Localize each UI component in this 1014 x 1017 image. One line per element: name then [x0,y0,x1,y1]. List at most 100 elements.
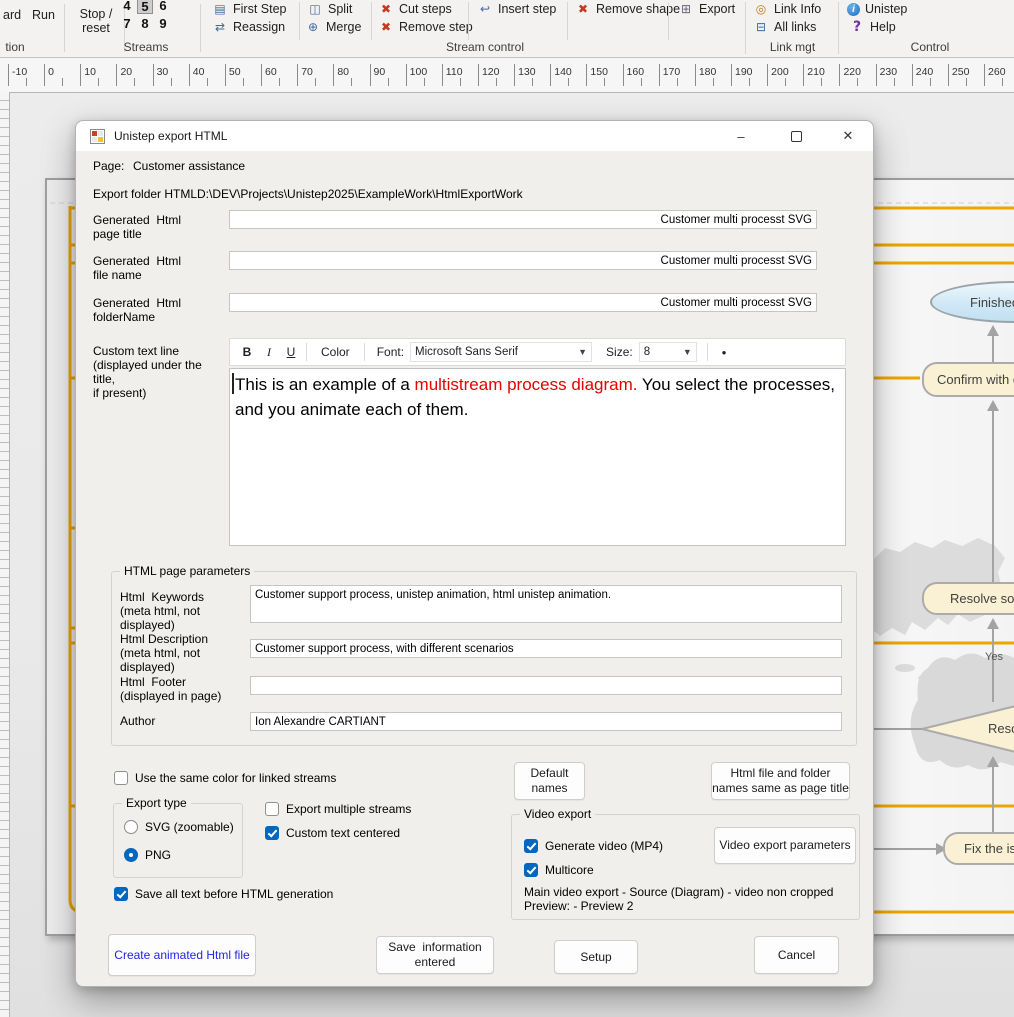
export-multiple-checkbox[interactable] [265,802,279,816]
color-button[interactable]: Color [311,345,360,359]
author-input[interactable]: Ion Alexandre CARTIANT [250,712,842,731]
png-radio[interactable] [124,848,138,862]
keywords-input[interactable]: Customer support process, unistep animat… [250,585,842,623]
description-input[interactable]: Customer support process, with different… [250,639,842,658]
ruler-tick-major [225,64,226,86]
ruler-tick-minor [604,78,605,86]
generated-folder-name-label: Generated Html folderName [93,296,223,324]
ruler-label: 220 [843,66,861,78]
toolbar-separator [299,2,300,40]
custom-text-label: Custom text line (displayed under the ti… [93,344,225,400]
remove-shape-icon: ✖ [575,2,591,16]
maximize-button[interactable] [776,121,816,151]
generated-folder-name-input[interactable]: Customer multi processt SVG [229,293,817,312]
setup-button[interactable]: Setup [554,940,638,974]
ruler-label: 30 [157,66,169,78]
toolbar-button-run[interactable]: Run [32,7,55,23]
cancel-button[interactable]: Cancel [754,936,839,974]
generate-video-checkbox-row[interactable]: Generate video (MP4) [524,839,663,853]
reassign-button[interactable]: ⇄ Reassign [212,19,285,35]
remove-step-icon: ✖ [378,20,394,34]
link-info-button[interactable]: ◎ Link Info [753,1,821,17]
ruler-tick-major [659,64,660,86]
video-export-parameters-button[interactable]: Video export parameters [714,827,856,864]
stream-key-9[interactable]: 9 [155,15,171,32]
insert-step-icon: ↩ [477,2,493,16]
ruler-tick-major [8,64,9,86]
italic-button[interactable]: I [258,345,280,360]
multicore-checkbox[interactable] [524,863,538,877]
toolbar-button-ard[interactable]: ard [3,7,21,23]
underline-button[interactable]: U [280,345,302,359]
remove-shape-button[interactable]: ✖ Remove shape [575,1,680,17]
dialog-titlebar[interactable]: Unistep export HTML – ✕ [76,121,873,151]
ruler-tick-major [586,64,587,86]
custom-text-centered-checkbox[interactable] [265,826,279,840]
help-button[interactable]: ? Help [849,19,896,35]
flowchart-node-confirm[interactable]: Confirm with cu [922,362,1014,397]
generated-file-name-input[interactable]: Customer multi processt SVG [229,251,817,270]
ruler-tick-major [803,64,804,86]
stop-reset-button[interactable]: Stop /reset [70,4,122,38]
png-radio-row[interactable]: PNG [124,848,171,862]
font-select[interactable]: Microsoft Sans Serif ▼ [410,342,592,362]
same-color-checkbox-row[interactable]: Use the same color for linked streams [114,771,336,785]
ruler-label: 230 [880,66,898,78]
unistep-button[interactable]: i Unistep [847,1,907,17]
ruler-tick-major [297,64,298,86]
ruler-label: 170 [663,66,681,78]
minimize-button[interactable]: – [721,121,761,151]
stream-key-7[interactable]: 7 [119,15,135,32]
cut-steps-icon: ✖ [378,2,394,16]
video-preview-info: Preview: - Preview 2 [524,899,633,913]
same-color-checkbox[interactable] [114,771,128,785]
generate-video-checkbox[interactable] [524,839,538,853]
video-export-group: Video export Generate video (MP4) Video … [511,814,860,920]
save-all-text-checkbox-row[interactable]: Save all text before HTML generation [114,887,333,901]
ruler-tick-minor [677,78,678,86]
ruler-tick-major [478,64,479,86]
custom-text-editor[interactable]: This is an example of a multistream proc… [229,368,846,546]
svg-radio[interactable] [124,820,138,834]
ruler-tick-minor [857,78,858,86]
stream-key-6[interactable]: 6 [155,0,171,14]
export-button[interactable]: ⊞ Export [678,1,735,17]
toolbar-separator [364,343,365,361]
multicore-checkbox-row[interactable]: Multicore [524,863,594,877]
create-animated-html-button[interactable]: Create animated Html file [108,934,256,976]
close-button[interactable]: ✕ [828,121,868,151]
export-multiple-checkbox-row[interactable]: Export multiple streams [265,802,411,816]
flowchart-node-resolve[interactable]: Resolve solut [922,582,1014,615]
merge-button[interactable]: ⊕ Merge [305,19,361,35]
footer-input[interactable] [250,676,842,695]
ruler-label: 130 [518,66,536,78]
all-links-button[interactable]: ⊟ All links [753,19,816,35]
ruler-tick-major [80,64,81,86]
remove-step-button[interactable]: ✖ Remove step [378,19,473,35]
flowchart-node-resolved-label[interactable]: Resolved [988,721,1014,736]
default-names-button[interactable]: Default names [514,762,585,800]
bullet-icon[interactable]: • [722,345,727,360]
svg-radio-row[interactable]: SVG (zoomable) [124,820,234,834]
export-folder-label: Export folder HTML [93,187,197,201]
ruler-tick-major [839,64,840,86]
generated-page-title-input[interactable]: Customer multi processt SVG [229,210,817,229]
stream-key-8[interactable]: 8 [137,15,153,32]
stream-key-4[interactable]: 4 [119,0,135,14]
flowchart-node-fix[interactable]: Fix the issu [943,832,1014,865]
bold-button[interactable]: B [236,345,258,359]
html-names-same-button[interactable]: Html file and folder names same as page … [711,762,850,800]
custom-text-centered-checkbox-row[interactable]: Custom text centered [265,826,400,840]
ruler-tick-major [153,64,154,86]
cut-steps-button[interactable]: ✖ Cut steps [378,1,452,17]
stream-key-5-selected[interactable]: 5 [137,0,153,14]
insert-step-button[interactable]: ↩ Insert step [477,1,556,17]
ruler-tick-major [261,64,262,86]
page-label: Page: [93,159,124,173]
first-step-button[interactable]: ▤ First Step [212,1,287,17]
split-button[interactable]: ◫ Split [307,1,352,17]
save-information-button[interactable]: Save information entered [376,936,494,974]
size-select[interactable]: 8 ▼ [639,342,697,362]
save-all-text-checkbox[interactable] [114,887,128,901]
toolbar-separator [567,2,568,40]
